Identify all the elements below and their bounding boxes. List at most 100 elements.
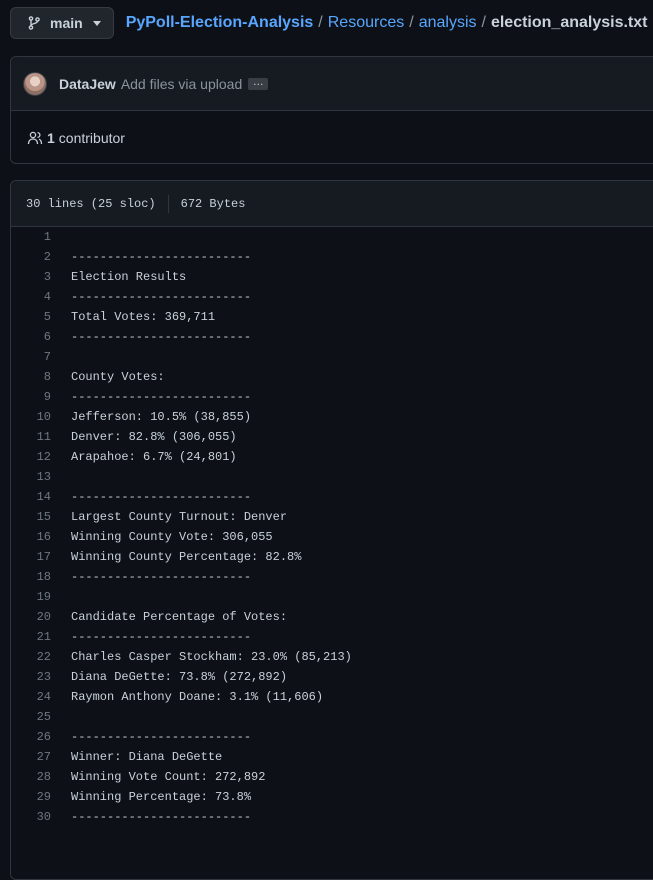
code-line: 20 Candidate Percentage of Votes: — [11, 607, 653, 627]
line-number[interactable]: 14 — [11, 490, 61, 504]
line-content: Winning Vote Count: 272,892 — [71, 770, 266, 784]
contributor-label: contributor — [58, 129, 125, 146]
code-line: 9 ------------------------- — [11, 387, 653, 407]
code-line: 4 ------------------------- — [11, 287, 653, 307]
line-content: Largest County Turnout: Denver — [71, 510, 288, 524]
line-content: ------------------------- — [71, 630, 252, 644]
line-number[interactable]: 12 — [11, 450, 61, 464]
line-number[interactable]: 30 — [11, 810, 61, 824]
code-line: 18 ------------------------- — [11, 567, 653, 587]
code-line: 27 Winner: Diana DeGette — [11, 747, 653, 767]
breadcrumb-analysis-link[interactable]: analysis — [419, 14, 477, 32]
line-number[interactable]: 10 — [11, 410, 61, 424]
line-content: ------------------------- — [71, 490, 252, 504]
line-number[interactable]: 3 — [11, 270, 61, 284]
line-number[interactable]: 11 — [11, 430, 61, 444]
header-divider — [167, 194, 169, 213]
contributors-row[interactable]: 1 contributor — [11, 111, 653, 164]
line-number[interactable]: 27 — [11, 750, 61, 764]
line-number[interactable]: 22 — [11, 650, 61, 664]
commit-message-link[interactable]: Add files via upload — [121, 76, 242, 92]
line-content: Arapahoe: 6.7% (24,801) — [71, 450, 237, 464]
code-line: 17 Winning County Percentage: 82.8% — [11, 547, 653, 567]
line-content: ------------------------- — [71, 330, 252, 344]
line-number[interactable]: 18 — [11, 570, 61, 584]
line-content: ------------------------- — [71, 390, 252, 404]
line-number[interactable]: 8 — [11, 370, 61, 384]
contributor-count: 1 — [47, 129, 55, 146]
line-number[interactable]: 13 — [11, 470, 61, 484]
branch-name: main — [50, 15, 83, 31]
code-line: 29 Winning Percentage: 73.8% — [11, 787, 653, 807]
people-icon — [27, 131, 43, 144]
avatar[interactable] — [23, 71, 47, 96]
line-content: Winner: Diana DeGette — [71, 750, 223, 764]
breadcrumb: PyPoll-Election-Analysis / Resources / a… — [126, 14, 648, 32]
line-number[interactable]: 16 — [11, 530, 61, 544]
line-content: ------------------------- — [71, 290, 252, 304]
line-number[interactable]: 21 — [11, 630, 61, 644]
line-number[interactable]: 25 — [11, 710, 61, 724]
git-branch-icon — [28, 16, 40, 30]
latest-commit-row: DataJew Add files via upload … — [11, 57, 653, 111]
line-number[interactable]: 23 — [11, 670, 61, 684]
code-line: 22 Charles Casper Stockham: 23.0% (85,213… — [11, 647, 653, 667]
line-number[interactable]: 5 — [11, 310, 61, 324]
code-line: 14 ------------------------- — [11, 487, 653, 507]
breadcrumb-separator: / — [318, 14, 323, 31]
code-line: 6 ------------------------- — [11, 327, 653, 347]
line-number[interactable]: 24 — [11, 690, 61, 704]
commit-expand-button[interactable]: … — [248, 77, 269, 90]
code-line: 11 Denver: 82.8% (306,055) — [11, 427, 653, 447]
line-number[interactable]: 2 — [11, 250, 61, 264]
line-content: Winning Percentage: 73.8% — [71, 790, 252, 804]
commit-author-link[interactable]: DataJew — [59, 76, 116, 92]
line-number[interactable]: 7 — [11, 350, 61, 364]
code-line: 30 ------------------------- — [11, 807, 653, 827]
code-line: 28 Winning Vote Count: 272,892 — [11, 767, 653, 787]
breadcrumb-resources-link[interactable]: Resources — [328, 14, 404, 32]
line-number[interactable]: 19 — [11, 590, 61, 604]
line-number[interactable]: 6 — [11, 330, 61, 344]
line-content: ------------------------- — [71, 810, 252, 824]
breadcrumb-separator: / — [409, 14, 414, 31]
code-line: 16 Winning County Vote: 306,055 — [11, 527, 653, 547]
code-line: 2 ------------------------- — [11, 247, 653, 267]
line-content: Total Votes: 369,711 — [71, 310, 216, 324]
line-number[interactable]: 9 — [11, 390, 61, 404]
line-content: Candidate Percentage of Votes: — [71, 610, 288, 624]
line-content: Winning County Vote: 306,055 — [71, 530, 273, 544]
branch-select-button[interactable]: main — [10, 7, 114, 39]
file-viewer: 30 lines (25 sloc) 672 Bytes 1 2 ---------… — [10, 180, 653, 880]
code-line: 5 Total Votes: 369,711 — [11, 307, 653, 327]
code-line: 26 ------------------------- — [11, 727, 653, 747]
line-number[interactable]: 4 — [11, 290, 61, 304]
line-content: Charles Casper Stockham: 23.0% (85,213) — [71, 650, 352, 664]
line-content: Denver: 82.8% (306,055) — [71, 430, 237, 444]
code-line: 3 Election Results — [11, 267, 653, 287]
breadcrumb-file-name: election_analysis.txt — [490, 14, 648, 31]
code-body: 1 2 ------------------------- 3 Election Res… — [11, 227, 653, 827]
code-line: 25 — [11, 707, 653, 727]
breadcrumb-separator: / — [481, 14, 486, 31]
breadcrumb-repo-link[interactable]: PyPoll-Election-Analysis — [126, 14, 314, 32]
line-number[interactable]: 17 — [11, 550, 61, 564]
code-line: 24 Raymon Anthony Doane: 3.1% (11,606) — [11, 687, 653, 707]
line-number[interactable]: 29 — [11, 790, 61, 804]
file-size: 672 Bytes — [180, 196, 246, 211]
code-line: 15 Largest County Turnout: Denver — [11, 507, 653, 527]
line-content: County Votes: — [71, 370, 165, 384]
file-navigation: main PyPoll-Election-Analysis / Resource… — [10, 6, 653, 40]
line-content: ------------------------- — [71, 570, 252, 584]
chevron-down-icon — [92, 20, 101, 26]
code-line: 8 County Votes: — [11, 367, 653, 387]
line-number[interactable]: 15 — [11, 510, 61, 524]
line-content: Raymon Anthony Doane: 3.1% (11,606) — [71, 690, 324, 704]
line-number[interactable]: 26 — [11, 730, 61, 744]
line-number[interactable]: 20 — [11, 610, 61, 624]
latest-commit-box: DataJew Add files via upload … 1 contrib… — [10, 56, 653, 164]
code-line: 12 Arapahoe: 6.7% (24,801) — [11, 447, 653, 467]
code-line: 1 — [11, 227, 653, 247]
line-number[interactable]: 28 — [11, 770, 61, 784]
line-number[interactable]: 1 — [11, 230, 61, 244]
